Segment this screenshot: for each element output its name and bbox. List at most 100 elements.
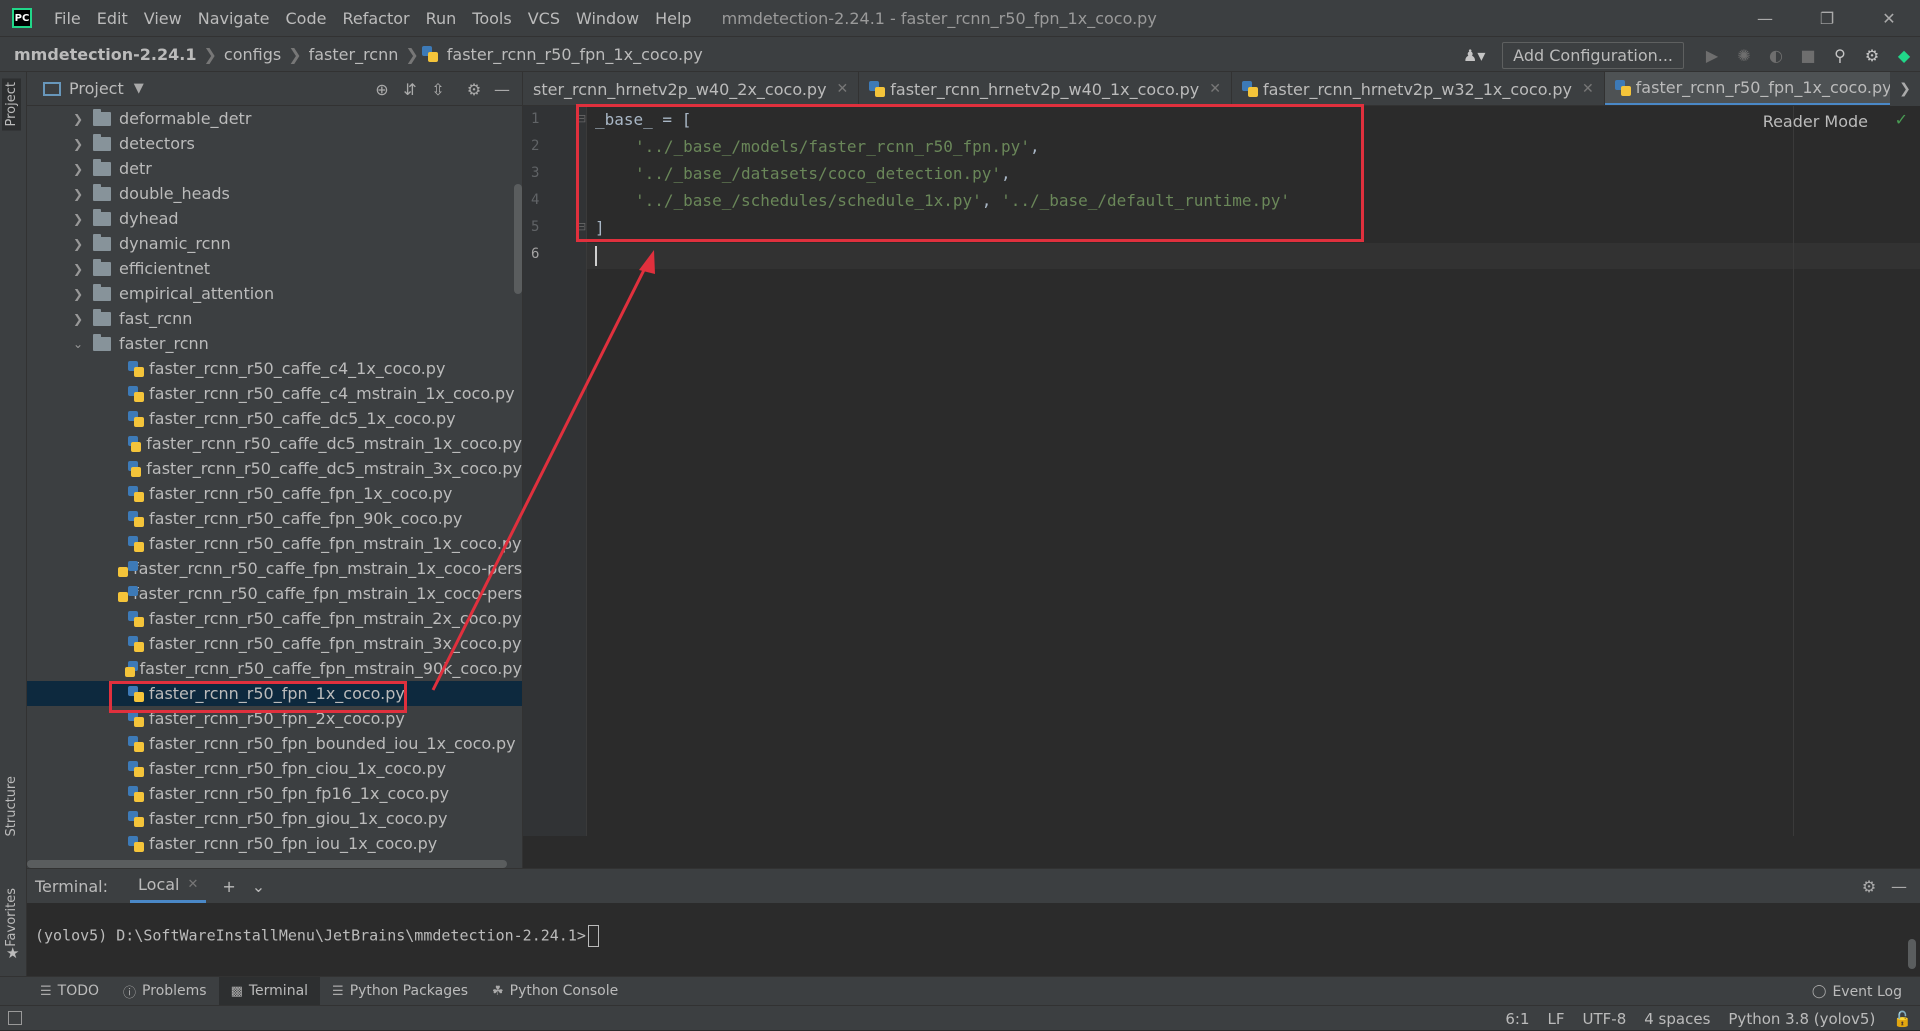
chevron-right-icon[interactable]: ❯ <box>71 237 85 251</box>
terminal-scrollbar[interactable] <box>1908 939 1916 969</box>
folder-dynamic-rcnn[interactable]: ❯ dynamic_rcnn <box>27 231 522 256</box>
python-console-tab[interactable]: ☘ Python Console <box>480 977 630 1006</box>
close-icon[interactable]: ✕ <box>1582 81 1594 97</box>
folder-deformable-detr[interactable]: ❯ deformable_detr <box>27 106 522 131</box>
indent-setting[interactable]: 4 spaces <box>1644 1010 1710 1028</box>
chevron-right-icon[interactable]: ❯ <box>71 137 85 151</box>
lock-icon[interactable]: 🔓 <box>1893 1010 1912 1028</box>
event-log-tab[interactable]: ◯ Event Log <box>1812 977 1902 1006</box>
menu-navigate[interactable]: Navigate <box>190 9 278 28</box>
folder-fast-rcnn[interactable]: ❯ fast_rcnn <box>27 306 522 331</box>
file-item[interactable]: faster_rcnn_r50_caffe_fpn_mstrain_3x_coc… <box>27 631 522 656</box>
file-item[interactable]: faster_rcnn_r50_caffe_fpn_mstrain_90k_co… <box>27 656 522 681</box>
hide-icon[interactable]: — <box>488 80 516 99</box>
file-item[interactable]: faster_rcnn_r50_caffe_fpn_mstrain_1x_coc… <box>27 531 522 556</box>
expand-all-icon[interactable]: ⇵ <box>396 80 424 99</box>
chevron-right-icon[interactable]: ❯ <box>71 212 85 226</box>
folder-detr[interactable]: ❯ detr <box>27 156 522 181</box>
reader-mode-button[interactable]: Reader Mode <box>1763 112 1868 131</box>
folder-detectors[interactable]: ❯ detectors <box>27 131 522 156</box>
chevron-down-icon[interactable]: ❯ <box>1890 72 1920 106</box>
breadcrumb-file[interactable]: faster_rcnn_r50_fpn_1x_coco.py <box>443 45 707 64</box>
menu-refactor[interactable]: Refactor <box>334 9 417 28</box>
vertical-scrollbar[interactable] <box>514 184 522 294</box>
menu-run[interactable]: Run <box>418 9 465 28</box>
chevron-down-icon[interactable]: ⌄ <box>71 337 85 351</box>
add-terminal-icon[interactable]: + <box>222 877 235 896</box>
folder-empirical-attention[interactable]: ❯ empirical_attention <box>27 281 522 306</box>
editor-tab[interactable]: ster_rcnn_hrnetv2p_w40_2x_coco.py ✕ <box>523 72 860 105</box>
menu-tools[interactable]: Tools <box>464 9 519 28</box>
editor-tab[interactable]: faster_rcnn_r50_fpn_1x_coco.py✕ <box>1604 72 1920 105</box>
locate-icon[interactable]: ⊕ <box>368 80 396 99</box>
horizontal-scrollbar[interactable] <box>27 860 507 868</box>
hide-icon[interactable]: — <box>1884 877 1914 896</box>
editor-tab[interactable]: faster_rcnn_hrnetv2p_w40_1x_coco.py ✕ <box>859 72 1232 105</box>
close-window-icon[interactable]: ✕ <box>1858 0 1920 36</box>
menu-help[interactable]: Help <box>647 9 699 28</box>
terminal-tab[interactable]: ▩ Terminal <box>218 976 321 1006</box>
file-item[interactable]: faster_rcnn_r50_fpn_bounded_iou_1x_coco.… <box>27 731 522 756</box>
file-item[interactable]: faster_rcnn_r50_fpn_iou_1x_coco.py <box>27 831 522 856</box>
breadcrumb-configs[interactable]: configs <box>220 45 285 64</box>
terminal-output[interactable]: (yolov5) D:\SoftWareInstallMenu\JetBrain… <box>35 925 599 947</box>
chevron-right-icon[interactable]: ❯ <box>71 312 85 326</box>
stop-icon[interactable]: ■ <box>1795 42 1821 68</box>
file-item[interactable]: faster_rcnn_r50_caffe_fpn_90k_coco.py <box>27 506 522 531</box>
python-packages-tab[interactable]: ☰ Python Packages <box>320 977 480 1006</box>
folder-faster-rcnn[interactable]: ⌄ faster_rcnn <box>27 331 522 356</box>
menu-edit[interactable]: Edit <box>89 9 136 28</box>
coverage-icon[interactable]: ◐ <box>1763 42 1789 68</box>
folder-dyhead[interactable]: ❯ dyhead <box>27 206 522 231</box>
gear-icon[interactable]: ⚙ <box>1859 42 1885 68</box>
ide-update-icon[interactable]: ◆ <box>1891 42 1917 68</box>
close-icon[interactable]: ✕ <box>837 81 849 97</box>
python-interpreter[interactable]: Python 3.8 (yolov5) <box>1728 1010 1875 1028</box>
restore-icon[interactable]: ❐ <box>1796 0 1858 36</box>
favorites-side-tab[interactable]: Favorites <box>2 884 21 951</box>
minimize-icon[interactable]: — <box>1734 0 1796 36</box>
menu-vcs[interactable]: VCS <box>520 9 568 28</box>
project-side-tab[interactable]: Project <box>2 78 21 131</box>
folder-efficientnet[interactable]: ❯ efficientnet <box>27 256 522 281</box>
chevron-right-icon[interactable]: ❯ <box>71 287 85 301</box>
gear-icon[interactable]: ⚙ <box>460 80 488 99</box>
tool-windows-toggle-icon[interactable] <box>8 1011 22 1025</box>
chevron-right-icon[interactable]: ❯ <box>71 162 85 176</box>
file-item[interactable]: faster_rcnn_r50_caffe_c4_1x_coco.py <box>27 356 522 381</box>
file-item[interactable]: faster_rcnn_r50_caffe_dc5_mstrain_3x_coc… <box>27 456 522 481</box>
breadcrumb-project[interactable]: mmdetection-2.24.1 <box>10 45 200 64</box>
project-panel-title[interactable]: Project <box>69 79 124 98</box>
file-item[interactable]: faster_rcnn_r50_caffe_dc5_mstrain_1x_coc… <box>27 431 522 456</box>
file-item[interactable]: faster_rcnn_r50_caffe_dc5_1x_coco.py <box>27 406 522 431</box>
search-icon[interactable]: ⚲ <box>1827 42 1853 68</box>
file-item[interactable]: faster_rcnn_r50_caffe_fpn_mstrain_1x_coc… <box>27 556 522 581</box>
line-separator[interactable]: LF <box>1548 1010 1565 1028</box>
file-item[interactable]: faster_rcnn_r50_fpn_giou_1x_coco.py <box>27 806 522 831</box>
gear-icon[interactable]: ⚙ <box>1854 877 1884 896</box>
user-icon[interactable]: ♟▾ <box>1461 42 1487 68</box>
menu-window[interactable]: Window <box>568 9 647 28</box>
file-item[interactable]: faster_rcnn_r50_fpn_ciou_1x_coco.py <box>27 756 522 781</box>
chevron-right-icon[interactable]: ❯ <box>71 187 85 201</box>
chevron-down-icon[interactable]: ⌄ <box>252 877 265 896</box>
structure-side-tab[interactable]: Structure <box>2 772 21 840</box>
run-icon[interactable]: ▶ <box>1699 42 1725 68</box>
terminal-tab-local[interactable]: Local ✕ <box>130 869 207 903</box>
chevron-right-icon[interactable]: ❯ <box>71 112 85 126</box>
close-icon[interactable]: ✕ <box>1209 81 1221 97</box>
debug-icon[interactable]: ✺ <box>1731 42 1757 68</box>
close-icon[interactable]: ✕ <box>187 877 198 892</box>
folder-double-heads[interactable]: ❯ double_heads <box>27 181 522 206</box>
collapse-all-icon[interactable]: ⇳ <box>424 80 452 99</box>
chevron-right-icon[interactable]: ❯ <box>71 262 85 276</box>
file-item[interactable]: faster_rcnn_r50_fpn_fp16_1x_coco.py <box>27 781 522 806</box>
todo-tab[interactable]: ☰ TODO <box>28 977 111 1006</box>
file-item[interactable]: faster_rcnn_r50_caffe_fpn_mstrain_1x_coc… <box>27 581 522 606</box>
star-icon[interactable]: ★ <box>6 944 19 962</box>
editor-tab[interactable]: faster_rcnn_hrnetv2p_w32_1x_coco.py ✕ <box>1232 72 1605 105</box>
file-encoding[interactable]: UTF-8 <box>1583 1010 1627 1028</box>
problems-tab[interactable]: ⓘ Problems <box>111 977 219 1006</box>
file-item[interactable]: faster_rcnn_r50_caffe_fpn_1x_coco.py <box>27 481 522 506</box>
caret-position[interactable]: 6:1 <box>1505 1010 1529 1028</box>
